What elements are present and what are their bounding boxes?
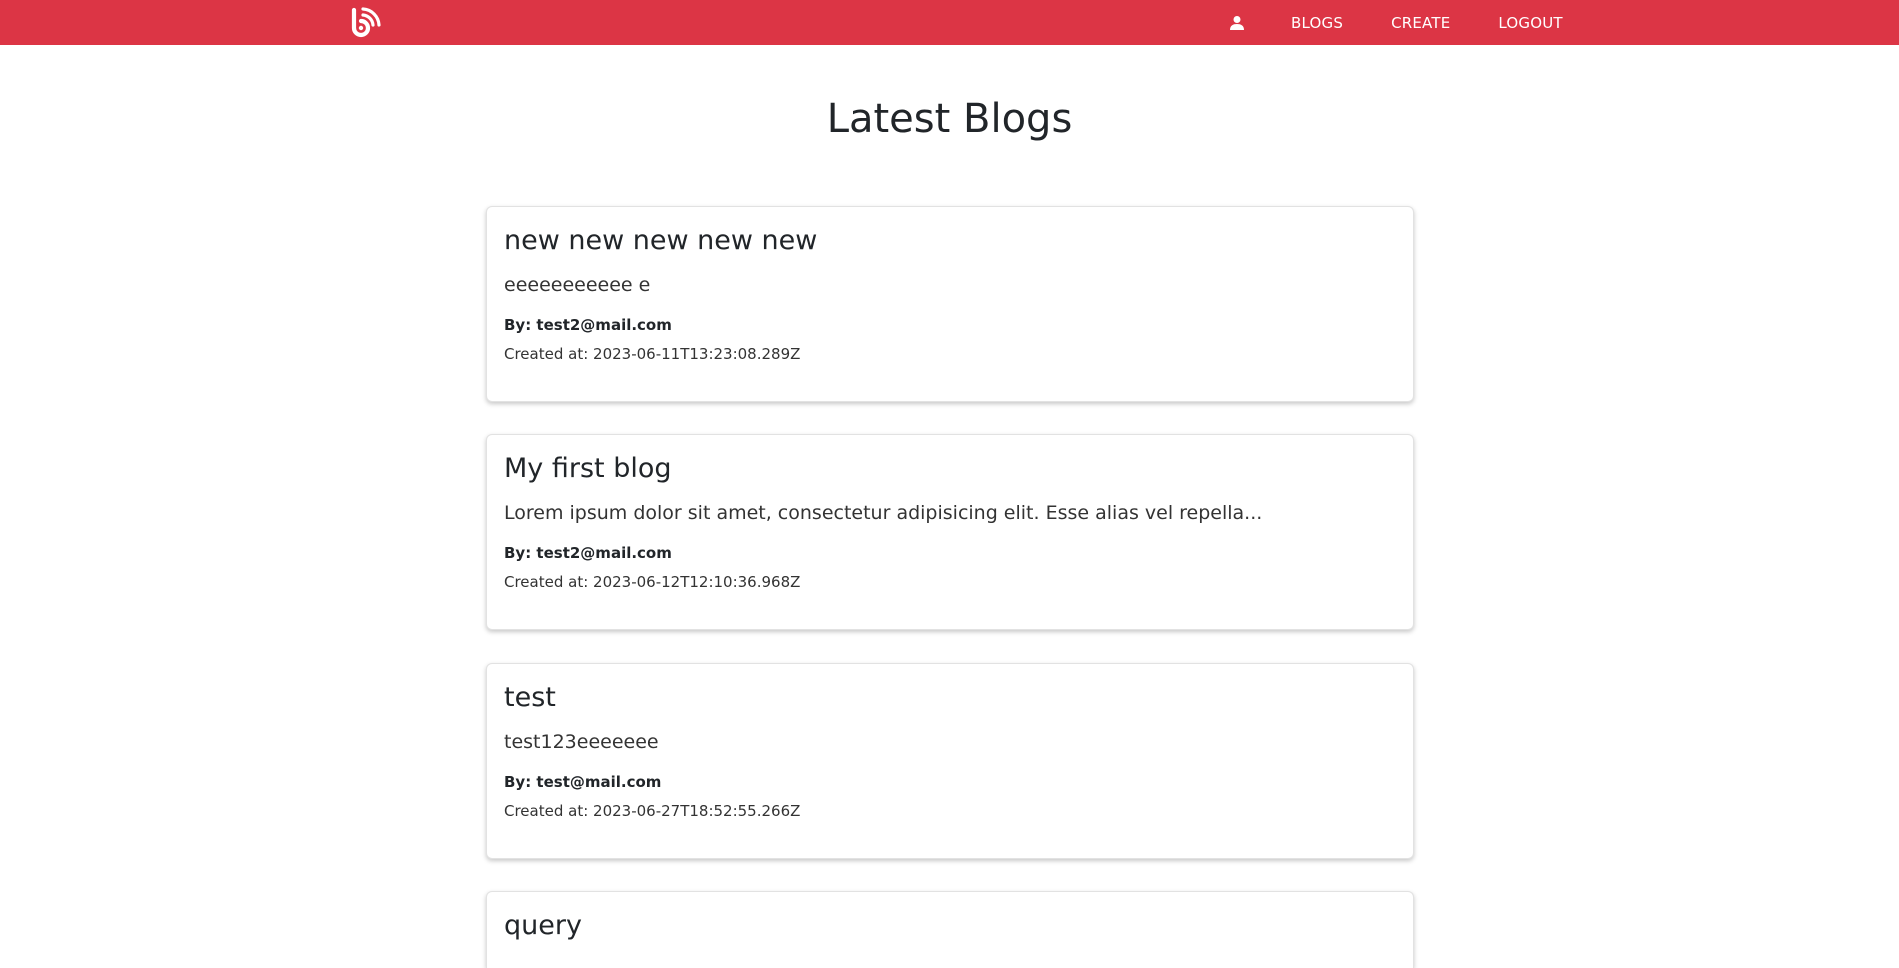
top-navbar: BLOGS CREATE LOGOUT — [0, 0, 1899, 45]
blog-card-created-at: Created at: 2023-06-27T18:52:55.266Z — [504, 802, 801, 820]
blog-card[interactable]: My first blog Lorem ipsum dolor sit amet… — [486, 434, 1414, 630]
blog-card-title: query — [504, 910, 582, 941]
nav-links: BLOGS CREATE LOGOUT — [1225, 0, 1563, 45]
blog-card-excerpt: test123eeeeeee — [504, 731, 659, 753]
user-icon[interactable] — [1225, 11, 1249, 35]
blog-card-author: By: test2@mail.com — [504, 316, 672, 334]
blog-card-author: By: test@mail.com — [504, 773, 662, 791]
blog-card-created-at: Created at: 2023-06-11T13:23:08.289Z — [504, 345, 801, 363]
blog-card-excerpt: eeeeeeeeeee e — [504, 274, 651, 296]
blog-card-title: test — [504, 682, 556, 713]
blog-card-author: By: test2@mail.com — [504, 544, 672, 562]
blog-card[interactable]: new new new new new eeeeeeeeeee e By: te… — [486, 206, 1414, 402]
blog-card-title: My first blog — [504, 453, 672, 484]
nav-create-link[interactable]: CREATE — [1391, 14, 1450, 32]
blog-card-title: new new new new new — [504, 225, 818, 256]
blog-card[interactable]: test test123eeeeeee By: test@mail.com Cr… — [486, 663, 1414, 859]
blog-card-excerpt: Lorem ipsum dolor sit amet, consectetur … — [504, 502, 1263, 524]
blog-card-created-at: Created at: 2023-06-12T12:10:36.968Z — [504, 573, 801, 591]
page-title: Latest Blogs — [826, 96, 1073, 142]
blog-card[interactable]: query — [486, 891, 1414, 968]
nav-logout-link[interactable]: LOGOUT — [1498, 14, 1562, 32]
nav-blogs-link[interactable]: BLOGS — [1291, 14, 1343, 32]
blog-feed-logo-icon[interactable] — [348, 6, 382, 40]
